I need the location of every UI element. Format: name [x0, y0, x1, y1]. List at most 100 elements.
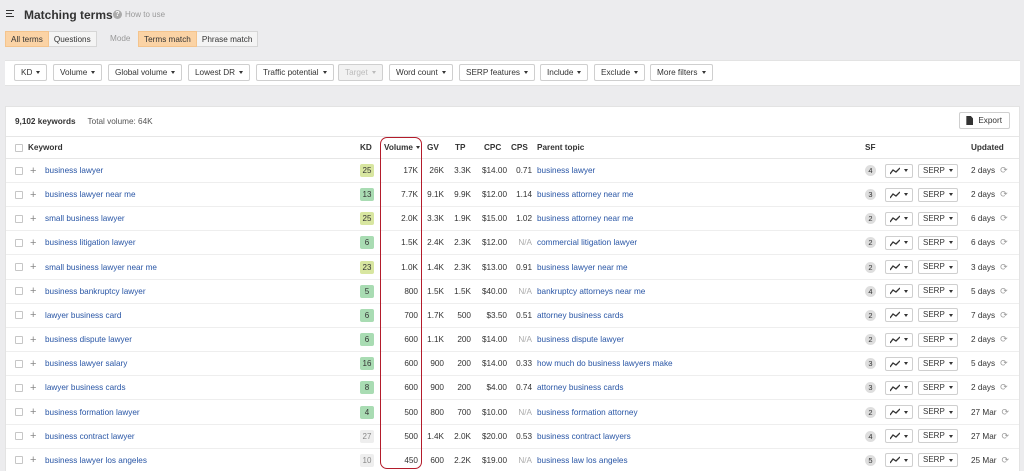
trend-dropdown[interactable] — [885, 332, 913, 347]
serp-dropdown[interactable]: SERP — [918, 332, 958, 347]
keyword-link[interactable]: business lawyer — [45, 166, 103, 175]
serp-dropdown[interactable]: SERP — [918, 453, 958, 468]
col-cps[interactable]: CPS — [511, 137, 528, 158]
col-updated[interactable]: Updated — [971, 137, 1004, 158]
keyword-link[interactable]: business bankruptcy lawyer — [45, 287, 146, 296]
refresh-icon[interactable]: ⟳ — [1000, 310, 1008, 321]
serp-dropdown[interactable]: SERP — [918, 405, 958, 419]
serp-dropdown[interactable]: SERP — [918, 187, 958, 202]
select-all-checkbox[interactable] — [15, 143, 23, 152]
keyword-link[interactable]: lawyer business cards — [45, 383, 126, 392]
col-volume[interactable]: Volume — [384, 137, 420, 158]
serp-dropdown[interactable]: SERP — [918, 211, 958, 226]
col-parent-topic[interactable]: Parent topic — [537, 137, 584, 158]
refresh-icon[interactable]: ⟳ — [1000, 213, 1008, 224]
refresh-icon[interactable]: ⟳ — [1000, 165, 1008, 176]
filter-word-count[interactable]: Word count — [389, 64, 453, 81]
serp-dropdown[interactable]: SERP — [918, 163, 958, 178]
serp-dropdown[interactable]: SERP — [918, 235, 958, 250]
row-checkbox[interactable] — [15, 335, 23, 344]
refresh-icon[interactable]: ⟳ — [1000, 262, 1008, 273]
parent-topic-link[interactable]: business attorney near me — [537, 214, 633, 223]
sf-count[interactable]: 2 — [865, 237, 876, 249]
row-checkbox[interactable] — [15, 287, 23, 296]
trend-dropdown[interactable] — [885, 163, 913, 178]
add-to-list-icon[interactable]: + — [30, 285, 36, 297]
add-to-list-icon[interactable]: + — [30, 165, 36, 177]
parent-topic-link[interactable]: business attorney near me — [537, 190, 633, 199]
how-to-use-link[interactable]: ? How to use — [113, 10, 165, 19]
row-checkbox[interactable] — [15, 214, 23, 223]
keyword-link[interactable]: business lawyer los angeles — [45, 456, 147, 465]
refresh-icon[interactable]: ⟳ — [1000, 237, 1008, 248]
row-checkbox[interactable] — [15, 456, 23, 465]
refresh-icon[interactable]: ⟳ — [1001, 455, 1009, 466]
parent-topic-link[interactable]: business law los angeles — [537, 456, 628, 465]
refresh-icon[interactable]: ⟳ — [1000, 334, 1008, 345]
add-to-list-icon[interactable]: + — [30, 430, 36, 442]
col-gv[interactable]: GV — [427, 137, 439, 158]
add-to-list-icon[interactable]: + — [30, 237, 36, 249]
tab-terms-match[interactable]: Terms match — [138, 31, 197, 47]
trend-dropdown[interactable] — [885, 380, 913, 395]
parent-topic-link[interactable]: bankruptcy attorneys near me — [537, 287, 645, 296]
parent-topic-link[interactable]: business lawyer near me — [537, 263, 628, 272]
filter-traffic-potential[interactable]: Traffic potential — [256, 64, 334, 81]
filter-lowest-dr[interactable]: Lowest DR — [188, 64, 251, 81]
serp-dropdown[interactable]: SERP — [918, 429, 958, 444]
keyword-link[interactable]: business contract lawyer — [45, 432, 135, 441]
filter-serp-features[interactable]: SERP features — [459, 64, 536, 81]
row-checkbox[interactable] — [15, 190, 23, 199]
trend-dropdown[interactable] — [885, 429, 913, 444]
add-to-list-icon[interactable]: + — [30, 261, 36, 273]
col-sf[interactable]: SF — [865, 137, 875, 158]
trend-dropdown[interactable] — [885, 187, 913, 202]
trend-dropdown[interactable] — [885, 308, 913, 323]
row-checkbox[interactable] — [15, 408, 23, 416]
sf-count[interactable]: 2 — [865, 334, 876, 346]
sf-count[interactable]: 3 — [865, 358, 876, 370]
sf-count[interactable]: 3 — [865, 189, 876, 201]
keyword-link[interactable]: business lawyer salary — [45, 359, 127, 368]
filter-more-filters[interactable]: More filters — [650, 64, 713, 81]
refresh-icon[interactable]: ⟳ — [1000, 286, 1008, 297]
row-checkbox[interactable] — [15, 311, 23, 320]
sf-count[interactable]: 2 — [865, 309, 876, 321]
sf-count[interactable]: 5 — [865, 454, 876, 466]
filter-kd[interactable]: KD — [14, 64, 48, 81]
export-button[interactable]: Export — [959, 112, 1010, 129]
menu-icon[interactable] — [6, 10, 14, 18]
parent-topic-link[interactable]: attorney business cards — [537, 383, 623, 392]
row-checkbox[interactable] — [15, 166, 23, 175]
tab-all-terms[interactable]: All terms — [5, 31, 49, 47]
filter-volume[interactable]: Volume — [53, 64, 103, 81]
row-checkbox[interactable] — [15, 432, 23, 441]
parent-topic-link[interactable]: how much do business lawyers make — [537, 359, 673, 368]
add-to-list-icon[interactable]: + — [30, 406, 36, 418]
trend-dropdown[interactable] — [885, 453, 913, 468]
row-checkbox[interactable] — [15, 359, 23, 368]
col-cpc[interactable]: CPC — [484, 137, 501, 158]
serp-dropdown[interactable]: SERP — [918, 308, 958, 323]
filter-exclude[interactable]: Exclude — [594, 64, 646, 81]
tab-phrase-match[interactable]: Phrase match — [196, 31, 259, 47]
keyword-link[interactable]: business lawyer near me — [45, 190, 136, 199]
add-to-list-icon[interactable]: + — [30, 213, 36, 225]
row-checkbox[interactable] — [15, 263, 23, 272]
col-kd[interactable]: KD — [360, 137, 372, 158]
refresh-icon[interactable]: ⟳ — [1001, 431, 1009, 442]
filter-global-volume[interactable]: Global volume — [108, 64, 183, 81]
sf-count[interactable]: 4 — [865, 430, 876, 442]
tab-questions[interactable]: Questions — [48, 31, 97, 47]
refresh-icon[interactable]: ⟳ — [1001, 407, 1009, 418]
parent-topic-link[interactable]: business lawyer — [537, 166, 595, 175]
row-checkbox[interactable] — [15, 383, 23, 392]
trend-dropdown[interactable] — [885, 405, 913, 419]
refresh-icon[interactable]: ⟳ — [1000, 382, 1008, 393]
trend-dropdown[interactable] — [885, 284, 913, 299]
serp-dropdown[interactable]: SERP — [918, 284, 958, 299]
serp-dropdown[interactable]: SERP — [918, 380, 958, 395]
parent-topic-link[interactable]: business dispute lawyer — [537, 335, 624, 344]
add-to-list-icon[interactable]: + — [30, 334, 36, 346]
refresh-icon[interactable]: ⟳ — [1000, 358, 1008, 369]
